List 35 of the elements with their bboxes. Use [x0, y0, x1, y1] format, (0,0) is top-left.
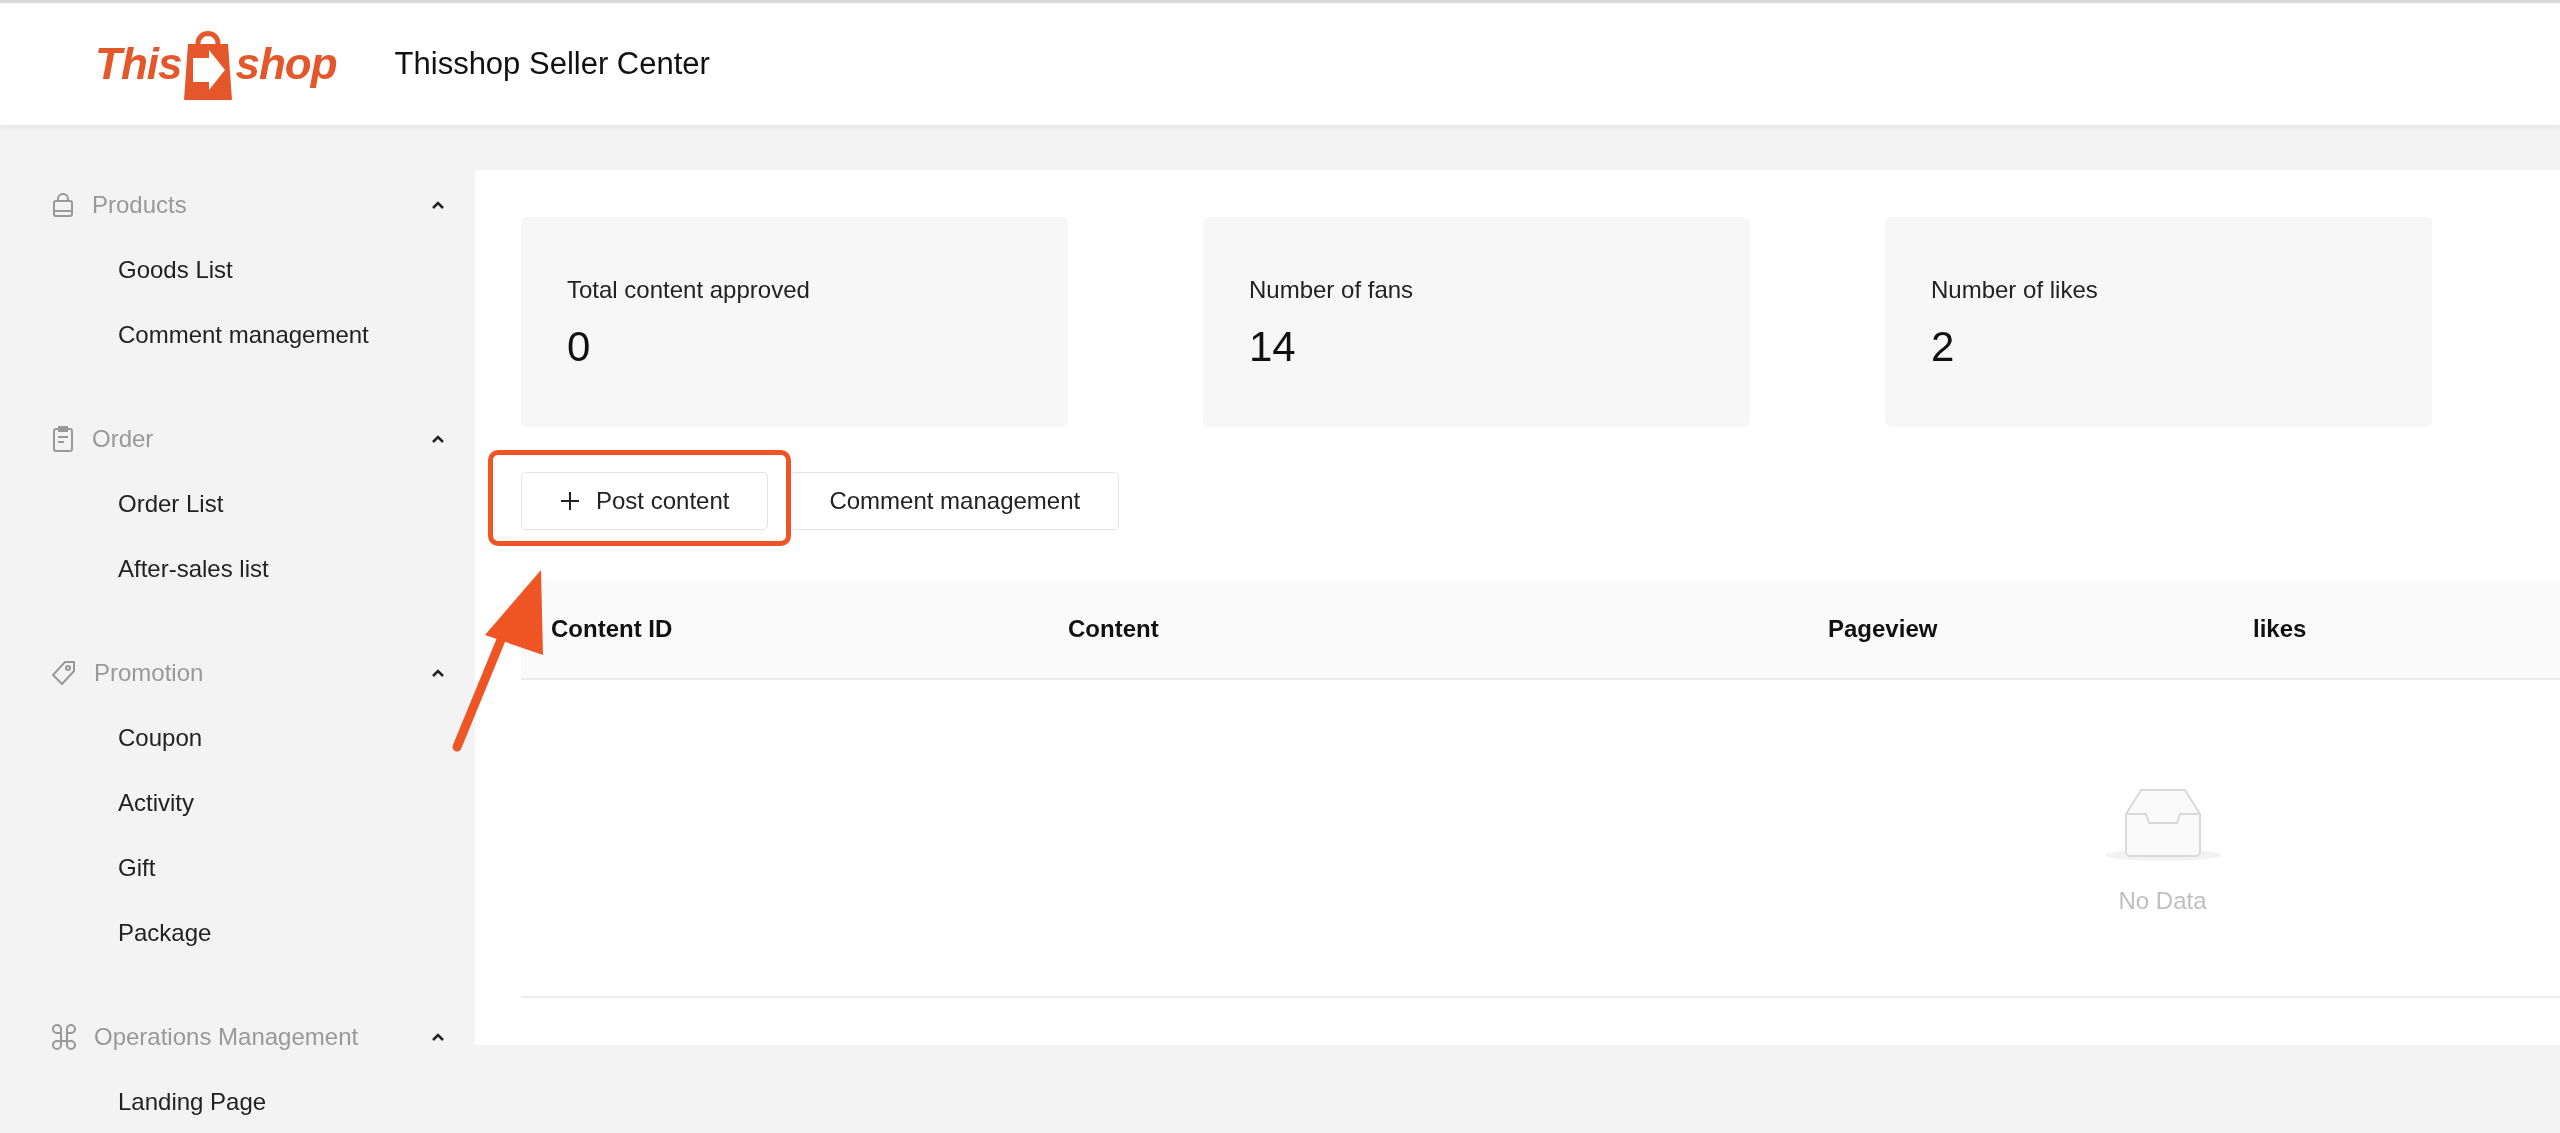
clipboard-icon [50, 424, 76, 453]
sidebar-item[interactable]: Package [0, 900, 475, 965]
chevron-icon [431, 667, 445, 678]
stat-value: 14 [1249, 322, 1297, 372]
column-header: Content [1068, 614, 1160, 644]
app-title: Thisshop Seller Center [394, 44, 710, 83]
sidebar-item[interactable]: Goods List [0, 237, 475, 302]
stat-value: 2 [1931, 322, 1956, 372]
bag-icon [50, 191, 76, 218]
logo-text: shop [235, 42, 337, 86]
action-button[interactable]: Comment management [790, 472, 1120, 530]
sidebar-item[interactable]: Comment management [0, 302, 475, 367]
sidebar-item[interactable]: Landing Page [0, 1069, 475, 1133]
shopping-bag-arrow-icon [183, 28, 234, 100]
column-header: Pageview [1828, 614, 1939, 644]
sidebar-item[interactable]: Gift [0, 835, 475, 900]
sidebar-item[interactable]: After-sales list [0, 536, 475, 601]
sidebar-item[interactable]: Activity [0, 770, 475, 835]
action-button[interactable]: Post content [521, 472, 769, 530]
tag-icon [50, 658, 78, 687]
command-icon [50, 1022, 78, 1051]
stat-label: Number of fans [1249, 275, 1415, 305]
stat-label: Number of likes [1931, 275, 2099, 305]
logo-text: This [95, 42, 182, 86]
chevron-icon [431, 199, 445, 210]
column-header: likes [2253, 614, 2308, 644]
stat-value: 0 [567, 322, 592, 372]
chevron-icon [431, 433, 445, 444]
sidebar-item[interactable]: Coupon [0, 705, 475, 770]
column-header: Content ID [550, 614, 674, 644]
sidebar-item[interactable]: Order List [0, 471, 475, 536]
plus-icon [560, 491, 580, 511]
chevron-icon [431, 1031, 445, 1042]
empty-state-text: No Data [2118, 886, 2207, 916]
stat-label: Total content approved [567, 275, 811, 305]
